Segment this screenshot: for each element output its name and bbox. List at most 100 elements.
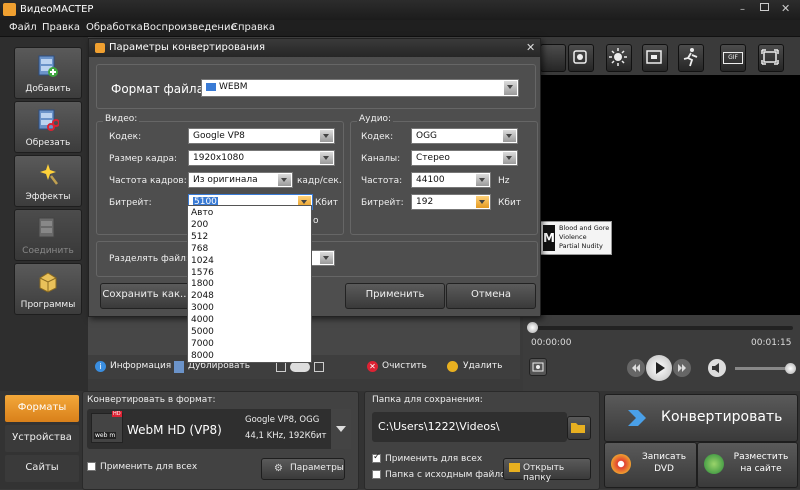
film-add-icon	[38, 55, 58, 77]
delete-icon	[447, 361, 458, 372]
frame-size-combo[interactable]: 1920x1080	[188, 150, 335, 166]
bitrate-option[interactable]: 1024	[191, 256, 214, 267]
clear-button[interactable]: Очистить	[382, 361, 427, 371]
channels-combo[interactable]: Стерео	[411, 150, 518, 166]
fps-combo[interactable]: Из оригинала	[188, 172, 293, 188]
rating-line-1: Blood and Gore	[559, 224, 610, 232]
add-button[interactable]: Добавить	[14, 47, 82, 99]
webm-badge-icon: HD web m	[91, 411, 123, 443]
tab-formats[interactable]: Форматы	[5, 395, 79, 422]
snapshot-icon[interactable]	[529, 358, 547, 376]
bitrate-option[interactable]: 2048	[191, 291, 214, 302]
bitrate-option[interactable]: Авто	[191, 208, 213, 219]
format-file-label: Формат файла:	[111, 82, 208, 96]
apply-button[interactable]: Применить	[345, 283, 445, 309]
burn-dvd-label: Записать DVD	[641, 452, 687, 474]
play-icon[interactable]	[646, 355, 672, 381]
save-apply-all-checkbox[interactable]: ✓	[372, 452, 381, 463]
rotate-tool-icon[interactable]	[568, 44, 594, 72]
seek-track[interactable]	[531, 326, 793, 330]
audio-codec-combo[interactable]: OGG	[411, 128, 518, 144]
seek-handle[interactable]	[527, 322, 538, 333]
bitrate-option[interactable]: 768	[191, 244, 208, 255]
video-codec-label: Кодек:	[109, 132, 142, 142]
audio-bitrate-unit: Кбит	[498, 198, 522, 208]
bitrate-option[interactable]: 512	[191, 232, 208, 243]
info-button[interactable]: Информация	[110, 361, 171, 371]
bitrate-option[interactable]: 200	[191, 220, 208, 231]
apply-all-checkbox[interactable]	[87, 462, 96, 471]
gif-tool-icon[interactable]: GIF	[720, 44, 746, 72]
publish-button[interactable]: Разместить на сайте	[697, 442, 798, 488]
list-view-icon[interactable]	[276, 362, 286, 372]
view-toggle[interactable]	[290, 362, 310, 372]
convert-label: Конвертировать	[661, 409, 783, 425]
save-as-button[interactable]: Сохранить как...	[100, 283, 192, 309]
save-path: C:\Users\1222\Videos\	[378, 420, 500, 433]
menu-file[interactable]: Файл	[9, 22, 37, 33]
prev-frame-icon[interactable]	[627, 359, 645, 377]
programs-button[interactable]: Программы	[14, 263, 82, 315]
bottom-panel: Форматы Устройства Сайты Конвертировать …	[0, 391, 800, 490]
close-window-button[interactable]: ✕	[781, 2, 790, 15]
effects-label: Эффекты	[25, 192, 71, 202]
minimize-button[interactable]: –	[740, 4, 745, 15]
save-folder-header: Папка для сохранения:	[372, 395, 483, 405]
bitrate-option[interactable]: 5000	[191, 327, 214, 338]
fullscreen-tool-icon[interactable]	[758, 44, 784, 72]
dialog-logo-icon	[95, 43, 105, 53]
brightness-tool-icon[interactable]	[606, 44, 632, 72]
dialog-close-button[interactable]: ✕	[526, 41, 535, 54]
rating-line-2: Violence	[559, 233, 587, 241]
cut-button[interactable]: Обрезать	[14, 101, 82, 153]
time-end: 00:01:15	[751, 338, 792, 348]
open-folder-button[interactable]: Открыть папку	[503, 458, 591, 483]
format-dropdown-button[interactable]	[331, 409, 351, 449]
tab-devices[interactable]: Устройства	[5, 425, 79, 452]
format-details-2: 44,1 KHz, 192Кбит	[245, 431, 327, 441]
audio-bitrate-combo[interactable]: 192	[411, 194, 491, 210]
join-label: Соединить	[22, 246, 74, 256]
browse-folder-button[interactable]	[567, 416, 591, 440]
split-file-combo[interactable]	[311, 250, 335, 266]
format-selector[interactable]: HD web m WebM HD (VP8) Google VP8, OGG 4…	[87, 409, 335, 449]
speed-tool-icon[interactable]	[678, 44, 704, 72]
format-details-1: Google VP8, OGG	[245, 415, 320, 425]
bitrate-option[interactable]: 3000	[191, 303, 214, 314]
join-button[interactable]: Соединить	[14, 209, 82, 261]
volume-handle[interactable]	[785, 363, 796, 374]
crop-tool-icon[interactable]	[540, 44, 566, 72]
bitrate-option[interactable]: 4000	[191, 315, 214, 326]
menu-help[interactable]: Справка	[231, 22, 275, 33]
tab-sites[interactable]: Сайты	[5, 455, 79, 482]
next-frame-icon[interactable]	[673, 359, 691, 377]
menu-edit[interactable]: Правка	[42, 22, 80, 33]
bitrate-option[interactable]: 1800	[191, 279, 214, 290]
convert-arrow-icon	[628, 410, 646, 426]
time-start: 00:00:00	[531, 338, 572, 348]
video-codec-combo[interactable]: Google VP8	[188, 128, 335, 144]
menu-process[interactable]: Обработка	[86, 22, 143, 33]
grid-view-icon[interactable]	[314, 362, 324, 372]
bitrate-option[interactable]: 8000	[191, 351, 214, 362]
stabilize-tool-icon[interactable]	[642, 44, 668, 72]
cancel-button[interactable]: Отмена	[446, 283, 536, 309]
publish-label: Разместить на сайте	[733, 452, 789, 474]
cut-label: Обрезать	[25, 138, 71, 148]
convert-button[interactable]: Конвертировать	[604, 394, 798, 442]
bitrate-option[interactable]: 7000	[191, 339, 214, 350]
delete-button[interactable]: Удалить	[463, 361, 502, 371]
source-folder-checkbox[interactable]	[372, 470, 381, 479]
effects-button[interactable]: Эффекты	[14, 155, 82, 207]
burn-dvd-button[interactable]: Записать DVD	[604, 442, 697, 488]
frequency-combo[interactable]: 44100	[411, 172, 491, 188]
volume-icon[interactable]	[708, 359, 726, 377]
menu-playback[interactable]: Воспроизведение	[143, 22, 237, 33]
save-apply-all-label: Применить для всех	[385, 454, 483, 464]
maximize-button[interactable]	[760, 3, 769, 11]
format-combo[interactable]: WEBM	[201, 79, 519, 97]
bitrate-option[interactable]: 1576	[191, 268, 214, 279]
save-path-field[interactable]: C:\Users\1222\Videos\	[372, 412, 567, 442]
film-join-icon	[38, 217, 55, 238]
params-button[interactable]: ⚙ Параметры	[261, 458, 345, 480]
